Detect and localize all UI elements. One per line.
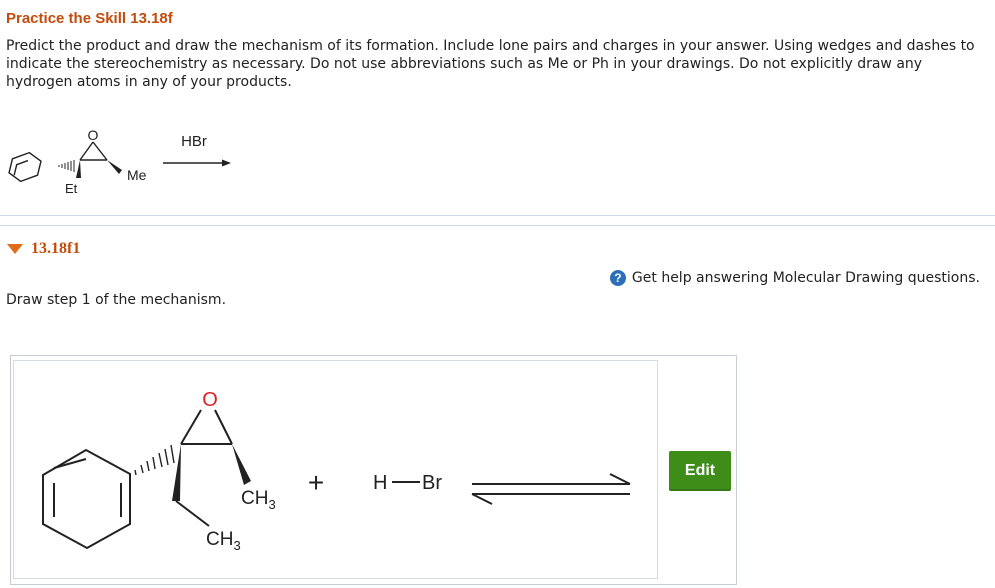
edit-button[interactable]: Edit [669, 451, 731, 491]
wedge-bond-et [76, 160, 81, 178]
reaction-scheme: O Et Me HBr [8, 127, 231, 196]
bromine-atom-label: Br [422, 472, 442, 494]
problem-title: Practice the Skill 13.18f [6, 10, 173, 27]
collapse-triangle-icon [7, 244, 23, 254]
section-divider [0, 225, 995, 226]
part-toggle[interactable]: 13.18f1 [7, 240, 80, 258]
ch3-methyl-label: CH3 [241, 488, 276, 512]
mechanism-drawing: O CH3 CH3 + H Br [42, 389, 631, 553]
benzene-ring [8, 151, 42, 183]
reaction-arrow [163, 159, 231, 167]
ethyl-label: Et [65, 181, 78, 196]
help-link-text: Get help answering Molecular Drawing que… [631, 270, 980, 286]
benzene-ring [42, 448, 131, 550]
help-link[interactable]: ? Get help answering Molecular Drawing q… [609, 270, 980, 286]
ch3-ethyl-label: CH3 [206, 529, 241, 553]
epoxide-ring [180, 409, 233, 445]
wedge-bond-me [107, 160, 122, 174]
ethyl-bond [175, 500, 210, 527]
oxygen-label: O [88, 127, 99, 143]
plus-sign: + [308, 467, 324, 498]
drawing-answer-frame: O CH3 CH3 + H Br [10, 355, 737, 585]
part-label: 13.18f1 [31, 240, 81, 257]
problem-prompt: Predict the product and draw the mechani… [6, 38, 975, 90]
step-instruction: Draw step 1 of the mechanism. [6, 292, 227, 308]
reagent-label: HBr [181, 133, 207, 150]
epoxide-ring [79, 141, 108, 161]
help-question-icon: ? [609, 270, 626, 286]
equilibrium-arrow [471, 473, 631, 505]
section-divider [0, 215, 995, 216]
oxygen-atom-label: O [202, 389, 218, 411]
wedge-bond-methyl [232, 444, 251, 485]
hydrogen-atom-label: H [373, 472, 387, 494]
methyl-label: Me [127, 167, 147, 183]
molecule-drawing-canvas[interactable]: O CH3 CH3 + H Br [13, 360, 658, 579]
hashed-bond [58, 160, 75, 172]
hashed-bond [134, 444, 175, 476]
wedge-bond-ethyl [172, 444, 181, 501]
